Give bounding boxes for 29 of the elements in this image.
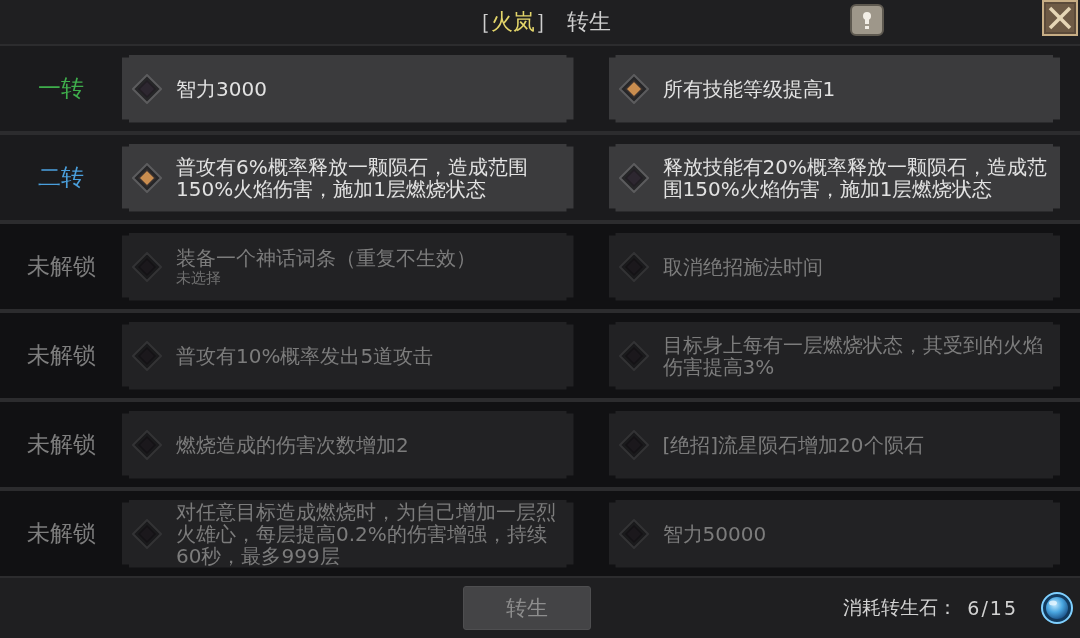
perk-text: [绝招]流星陨石增加20个陨石 bbox=[662, 433, 924, 456]
perk-text: 释放技能有20%概率释放一颗陨石，造成范围150%火焰伤害，施加1层燃烧状态 bbox=[662, 155, 1048, 200]
perk-text: 普攻有6%概率释放一颗陨石，造成范围150%火焰伤害，施加1层燃烧状态 bbox=[176, 155, 529, 200]
tier-label: 未解锁 bbox=[26, 341, 96, 370]
perk-note: 未选择 bbox=[176, 268, 222, 287]
perk-text: 智力3000 bbox=[176, 77, 267, 100]
diamond-icon[interactable] bbox=[132, 162, 162, 193]
cost-count: 6/15 bbox=[967, 597, 1018, 619]
perk-text: 对任意目标造成燃烧时，为自己增加一层烈火雄心，每层提高0.2%的伤害增强，持续60秒，最多999层 bbox=[176, 500, 557, 567]
tier-label: 一转 bbox=[38, 74, 84, 103]
cost-label: 消耗转生石： bbox=[843, 595, 958, 620]
info-icon[interactable] bbox=[850, 4, 884, 36]
window-title: ［火岚］ 转生 bbox=[469, 8, 611, 36]
tier-label: 未解锁 bbox=[26, 519, 96, 548]
perk-text: 所有技能等级提高1 bbox=[662, 77, 836, 100]
perk-text: 燃烧造成的伤害次数增加2 bbox=[176, 433, 409, 456]
perk-text: 普攻有10%概率发出5道攻击 bbox=[176, 344, 434, 367]
perk-text: 装备一个神话词条（重复不生效） bbox=[176, 246, 476, 269]
perk-text: 取消绝招施法时间 bbox=[662, 255, 823, 278]
diamond-icon[interactable] bbox=[618, 73, 649, 104]
perk-text: 目标身上每有一层燃烧状态，其受到的火焰伤害提高3% bbox=[662, 333, 1044, 378]
tier-label: 未解锁 bbox=[26, 252, 96, 281]
close-icon[interactable] bbox=[1042, 0, 1078, 36]
tier-label: 二转 bbox=[38, 163, 84, 192]
tier-label: 未解锁 bbox=[26, 430, 96, 459]
perk-text: 智力50000 bbox=[662, 522, 767, 545]
diamond-icon[interactable] bbox=[132, 73, 162, 104]
orb-icon bbox=[1040, 591, 1074, 625]
diamond-icon[interactable] bbox=[618, 162, 649, 193]
